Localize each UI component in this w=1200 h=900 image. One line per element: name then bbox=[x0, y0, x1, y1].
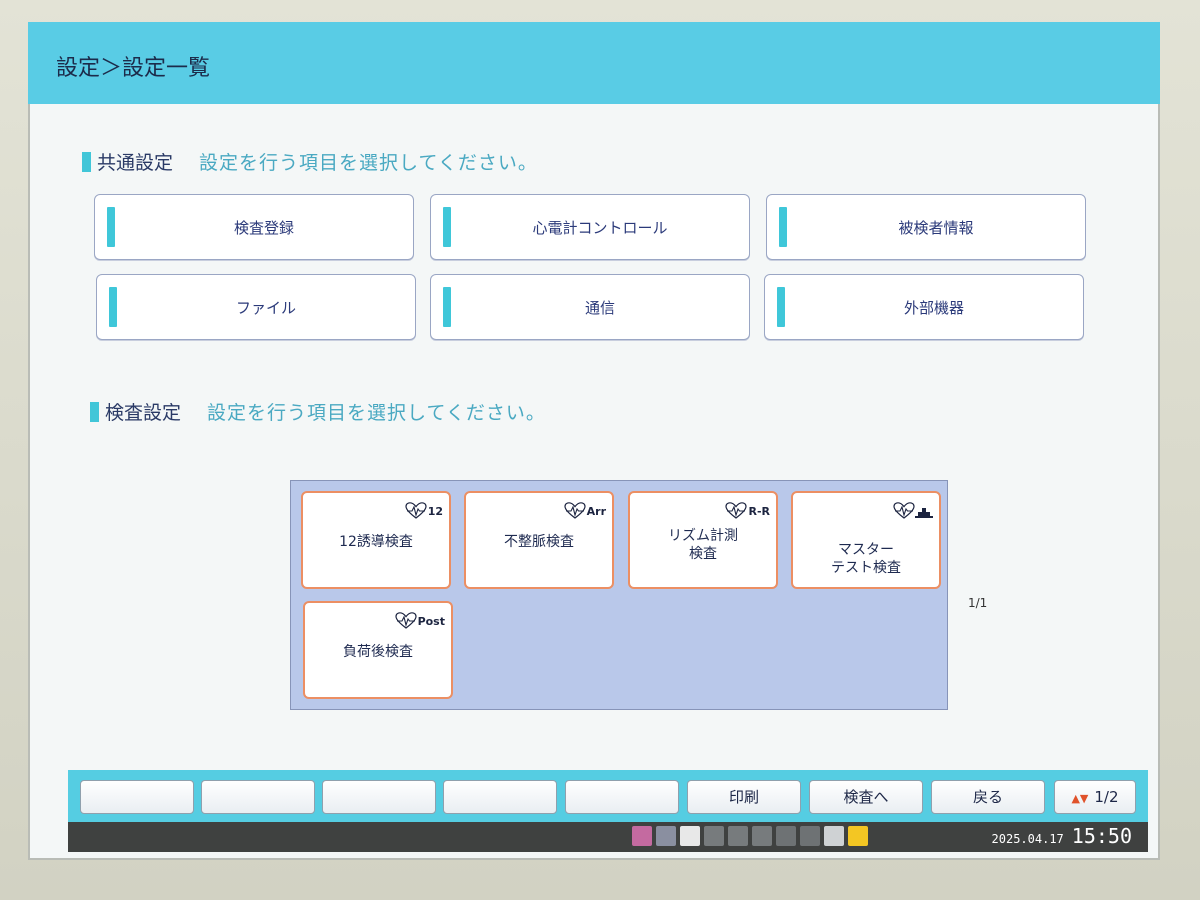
status-icons bbox=[632, 826, 872, 846]
exam-settings-panel: 12 12誘導検査 Arr 不整脈検査 R-R リズム計測 検査 マスター テス… bbox=[290, 480, 948, 710]
status-bar: 2025.04.17 15:50 bbox=[68, 822, 1148, 852]
title-bar: 設定＞設定一覧 bbox=[28, 22, 1160, 104]
exam-badge: Post bbox=[417, 614, 445, 628]
screen: 設定＞設定一覧 共通設定 設定を行う項目を選択してください。 検査登録 心電計コ… bbox=[28, 22, 1160, 860]
button-accent bbox=[107, 207, 115, 247]
exam-badge: 12 bbox=[427, 504, 443, 518]
button-label: 通信 bbox=[584, 299, 615, 317]
heart-steps-icon bbox=[893, 499, 933, 523]
button-accent bbox=[443, 287, 451, 327]
exam-12-lead-button[interactable]: 12 12誘導検査 bbox=[301, 491, 451, 589]
button-label: ファイル bbox=[235, 299, 296, 317]
function-key-4[interactable] bbox=[443, 780, 557, 814]
heart-ecg-icon: R-R bbox=[725, 499, 770, 523]
function-key-2[interactable] bbox=[201, 780, 315, 814]
exam-master-test-button[interactable]: マスター テスト検査 bbox=[791, 491, 941, 589]
signal-icon bbox=[632, 826, 652, 846]
button-accent bbox=[777, 287, 785, 327]
warning-icon bbox=[848, 826, 868, 846]
lock-icon bbox=[728, 826, 748, 846]
function-key-bar: 印刷 検査へ 戻る ▲▼ 1/2 bbox=[68, 770, 1148, 822]
external-device-button[interactable]: 外部機器 bbox=[764, 274, 1084, 340]
function-key-3[interactable] bbox=[322, 780, 436, 814]
back-button[interactable]: 戻る bbox=[931, 780, 1045, 814]
section-marker bbox=[82, 151, 91, 172]
function-key-5[interactable] bbox=[565, 780, 679, 814]
exam-label: マスター テスト検査 bbox=[831, 542, 901, 576]
go-to-exam-button[interactable]: 検査へ bbox=[809, 780, 923, 814]
exam-label: 12誘導検査 bbox=[339, 534, 413, 550]
button-label: 外部機器 bbox=[903, 299, 964, 317]
page-title: 設定＞設定一覧 bbox=[56, 56, 211, 81]
common-settings-heading: 共通設定 設定を行う項目を選択してください。 bbox=[82, 148, 538, 175]
clock: 2025.04.17 15:50 bbox=[992, 824, 1132, 848]
button-accent bbox=[443, 207, 451, 247]
up-down-arrow-icon: ▲▼ bbox=[1071, 792, 1089, 805]
page-toggle-label: 1/2 bbox=[1094, 788, 1119, 806]
heart-ecg-icon: 12 bbox=[405, 499, 443, 523]
page-toggle-button[interactable]: ▲▼ 1/2 bbox=[1054, 780, 1136, 814]
exam-page-indicator: 1/1 bbox=[968, 596, 988, 610]
button-label: 被検者情報 bbox=[898, 219, 974, 237]
button-accent bbox=[109, 287, 117, 327]
sd-card-icon bbox=[776, 826, 796, 846]
exam-label: リズム計測 検査 bbox=[668, 528, 738, 562]
button-label: 心電計コントロール bbox=[532, 219, 668, 237]
user-icon bbox=[680, 826, 700, 846]
power-plug-icon bbox=[824, 826, 844, 846]
exam-registration-button[interactable]: 検査登録 bbox=[94, 194, 414, 260]
exam-badge: Arr bbox=[586, 504, 606, 518]
exam-settings-hint: 設定を行う項目を選択してください。 bbox=[207, 402, 546, 424]
button-accent bbox=[779, 207, 787, 247]
common-settings-hint: 設定を行う項目を選択してください。 bbox=[199, 152, 538, 174]
function-key-1[interactable] bbox=[80, 780, 194, 814]
patient-info-button[interactable]: 被検者情報 bbox=[766, 194, 1086, 260]
cf-card-icon bbox=[800, 826, 820, 846]
lock-icon bbox=[704, 826, 724, 846]
communication-button[interactable]: 通信 bbox=[430, 274, 750, 340]
exam-label: 不整脈検査 bbox=[504, 534, 574, 550]
exam-arrhythmia-button[interactable]: Arr 不整脈検査 bbox=[464, 491, 614, 589]
exam-post-load-button[interactable]: Post 負荷後検査 bbox=[303, 601, 453, 699]
print-button[interactable]: 印刷 bbox=[687, 780, 801, 814]
file-button[interactable]: ファイル bbox=[96, 274, 416, 340]
section-marker bbox=[90, 401, 99, 422]
exam-settings-heading: 検査設定 設定を行う項目を選択してください。 bbox=[90, 398, 546, 425]
download-icon bbox=[656, 826, 676, 846]
heart-ecg-icon: Post bbox=[394, 609, 445, 633]
exam-settings-title: 検査設定 bbox=[105, 402, 182, 424]
button-label: 検査登録 bbox=[233, 219, 294, 237]
status-date: 2025.04.17 bbox=[991, 832, 1064, 846]
exam-label: 負荷後検査 bbox=[343, 644, 413, 660]
ecg-control-button[interactable]: 心電計コントロール bbox=[430, 194, 750, 260]
exam-rhythm-button[interactable]: R-R リズム計測 検査 bbox=[628, 491, 778, 589]
status-time: 15:50 bbox=[1071, 824, 1132, 848]
exam-badge: R-R bbox=[748, 504, 770, 518]
lock-icon bbox=[752, 826, 772, 846]
heart-ecg-icon: Arr bbox=[564, 499, 606, 523]
common-settings-title: 共通設定 bbox=[97, 152, 174, 174]
